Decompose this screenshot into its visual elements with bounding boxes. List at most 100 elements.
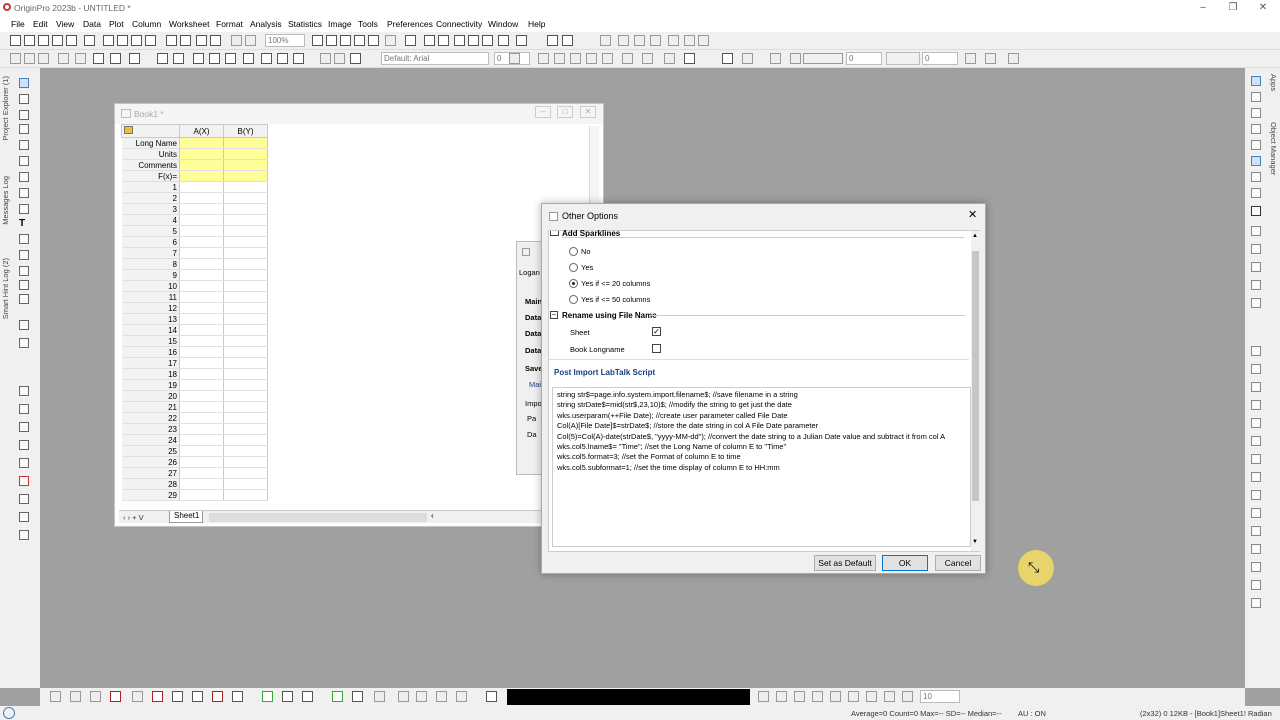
undo-icon[interactable] xyxy=(129,53,140,64)
open-icon[interactable] xyxy=(166,35,177,46)
swap-column-icon[interactable] xyxy=(261,53,272,64)
collapse-rename-icon[interactable]: – xyxy=(550,311,558,319)
menu-format[interactable]: Format xyxy=(216,19,243,29)
object-tool-6-icon[interactable] xyxy=(848,691,859,702)
apps-icon[interactable] xyxy=(482,35,493,46)
new-workbook-icon[interactable] xyxy=(24,35,35,46)
other-options-dialog[interactable]: Other Options ✕ Add Sparklines No Yes Ye… xyxy=(541,203,986,574)
cell[interactable] xyxy=(223,291,268,303)
cell[interactable] xyxy=(179,335,224,347)
filter-icon[interactable] xyxy=(668,35,679,46)
add-column-icon[interactable] xyxy=(516,35,527,46)
tab-messages-log[interactable]: Messages Log xyxy=(1,176,10,225)
cell[interactable] xyxy=(223,445,268,457)
right-icon-3[interactable] xyxy=(1251,124,1261,134)
scatter-plot-icon[interactable] xyxy=(70,691,81,702)
cell[interactable] xyxy=(223,390,268,402)
font-combo[interactable]: Default: Arial xyxy=(381,52,489,65)
cursor-icon[interactable] xyxy=(110,53,121,64)
row-number[interactable]: 5 xyxy=(121,225,180,237)
workbook-close-icon[interactable]: ✕ xyxy=(580,106,596,118)
line-tool-icon[interactable] xyxy=(19,266,29,276)
cell[interactable] xyxy=(223,478,268,490)
cell[interactable] xyxy=(223,357,268,369)
zoom-in-icon[interactable] xyxy=(312,35,323,46)
menu-worksheet[interactable]: Worksheet xyxy=(169,19,209,29)
cell[interactable] xyxy=(223,412,268,424)
pattern-icon[interactable] xyxy=(742,53,753,64)
sheet-corner-icon[interactable] xyxy=(124,126,133,134)
cell[interactable] xyxy=(179,291,224,303)
scroll-up-icon[interactable]: ▲ xyxy=(972,233,978,239)
move-column-icon[interactable] xyxy=(243,53,254,64)
bold-icon[interactable] xyxy=(509,53,520,64)
menu-edit[interactable]: Edit xyxy=(33,19,48,29)
save-template-icon[interactable] xyxy=(210,35,221,46)
set-column-values-icon[interactable] xyxy=(93,53,104,64)
row-number[interactable]: 23 xyxy=(121,423,180,435)
row-number[interactable]: 3 xyxy=(121,203,180,215)
delete-column-icon[interactable] xyxy=(225,53,236,64)
horizontal-scrollbar-left[interactable] xyxy=(209,513,427,522)
merge-graph-icon[interactable] xyxy=(302,691,313,702)
cancel-button[interactable]: Cancel xyxy=(935,555,981,571)
row-number[interactable]: 4 xyxy=(121,214,180,226)
legend-icon[interactable] xyxy=(19,422,29,432)
column-header-b[interactable]: B(Y) xyxy=(223,124,268,138)
row-number[interactable]: 6 xyxy=(121,236,180,248)
area-plot-icon[interactable] xyxy=(172,691,183,702)
ok-button[interactable]: OK xyxy=(882,555,928,571)
close-icon[interactable]: ✕ xyxy=(1251,2,1275,14)
cell[interactable] xyxy=(179,170,224,182)
learning-center-icon[interactable] xyxy=(498,35,509,46)
tab-smart-hint-log[interactable]: Smart Hint Log (2) xyxy=(1,258,10,319)
row-number[interactable]: 13 xyxy=(121,313,180,325)
object-tool-9-icon[interactable] xyxy=(902,691,913,702)
sheet-tab[interactable]: Sheet1 xyxy=(169,511,203,523)
right-icon-20[interactable] xyxy=(1251,454,1261,464)
graph-template-icon[interactable] xyxy=(282,691,293,702)
menu-window[interactable]: Window xyxy=(488,19,518,29)
cell[interactable] xyxy=(179,346,224,358)
row-number[interactable]: 16 xyxy=(121,346,180,358)
clear-filter-icon[interactable] xyxy=(684,35,695,46)
insert-column-icon[interactable] xyxy=(209,53,220,64)
cell[interactable] xyxy=(223,247,268,259)
new-function-icon[interactable] xyxy=(84,35,95,46)
cell[interactable] xyxy=(223,324,268,336)
right-icon-19[interactable] xyxy=(1251,436,1261,446)
code-builder-icon[interactable] xyxy=(405,35,416,46)
cell[interactable] xyxy=(223,335,268,347)
crosshair-icon[interactable] xyxy=(19,124,29,134)
map-icon[interactable] xyxy=(262,691,273,702)
right-icon-26[interactable] xyxy=(1251,562,1261,572)
workbook-minimize-icon[interactable]: – xyxy=(535,106,551,118)
column-header-a[interactable]: A(X) xyxy=(179,124,224,138)
cell[interactable] xyxy=(179,434,224,446)
bottom-size-combo[interactable]: 10 xyxy=(920,690,960,703)
cell[interactable] xyxy=(179,225,224,237)
right-icon-23[interactable] xyxy=(1251,508,1261,518)
graph-tool-1-icon[interactable] xyxy=(398,691,409,702)
right-icon-10[interactable] xyxy=(1251,244,1261,254)
menu-help[interactable]: Help xyxy=(528,19,545,29)
workbook-titlebar[interactable]: Book1 * – □ ✕ xyxy=(115,104,603,124)
object-tool-7-icon[interactable] xyxy=(866,691,877,702)
cell[interactable] xyxy=(223,302,268,314)
apps-panel-icon[interactable] xyxy=(1251,76,1261,86)
align-center-icon[interactable] xyxy=(642,53,653,64)
cell[interactable] xyxy=(179,148,224,160)
object-tool-5-icon[interactable] xyxy=(830,691,841,702)
more-icon[interactable] xyxy=(1008,53,1019,64)
row-number[interactable]: 20 xyxy=(121,390,180,402)
row-number[interactable]: 22 xyxy=(121,412,180,424)
object-tool-icon[interactable] xyxy=(19,530,29,540)
line-style-combo[interactable] xyxy=(803,53,843,64)
menu-plot[interactable]: Plot xyxy=(109,19,124,29)
right-icon-21[interactable] xyxy=(1251,472,1261,482)
color-map-icon[interactable] xyxy=(332,691,343,702)
line-symbol-icon[interactable] xyxy=(90,691,101,702)
row-number[interactable]: 21 xyxy=(121,401,180,413)
row-number[interactable]: 10 xyxy=(121,280,180,292)
row-number[interactable]: 11 xyxy=(121,291,180,303)
